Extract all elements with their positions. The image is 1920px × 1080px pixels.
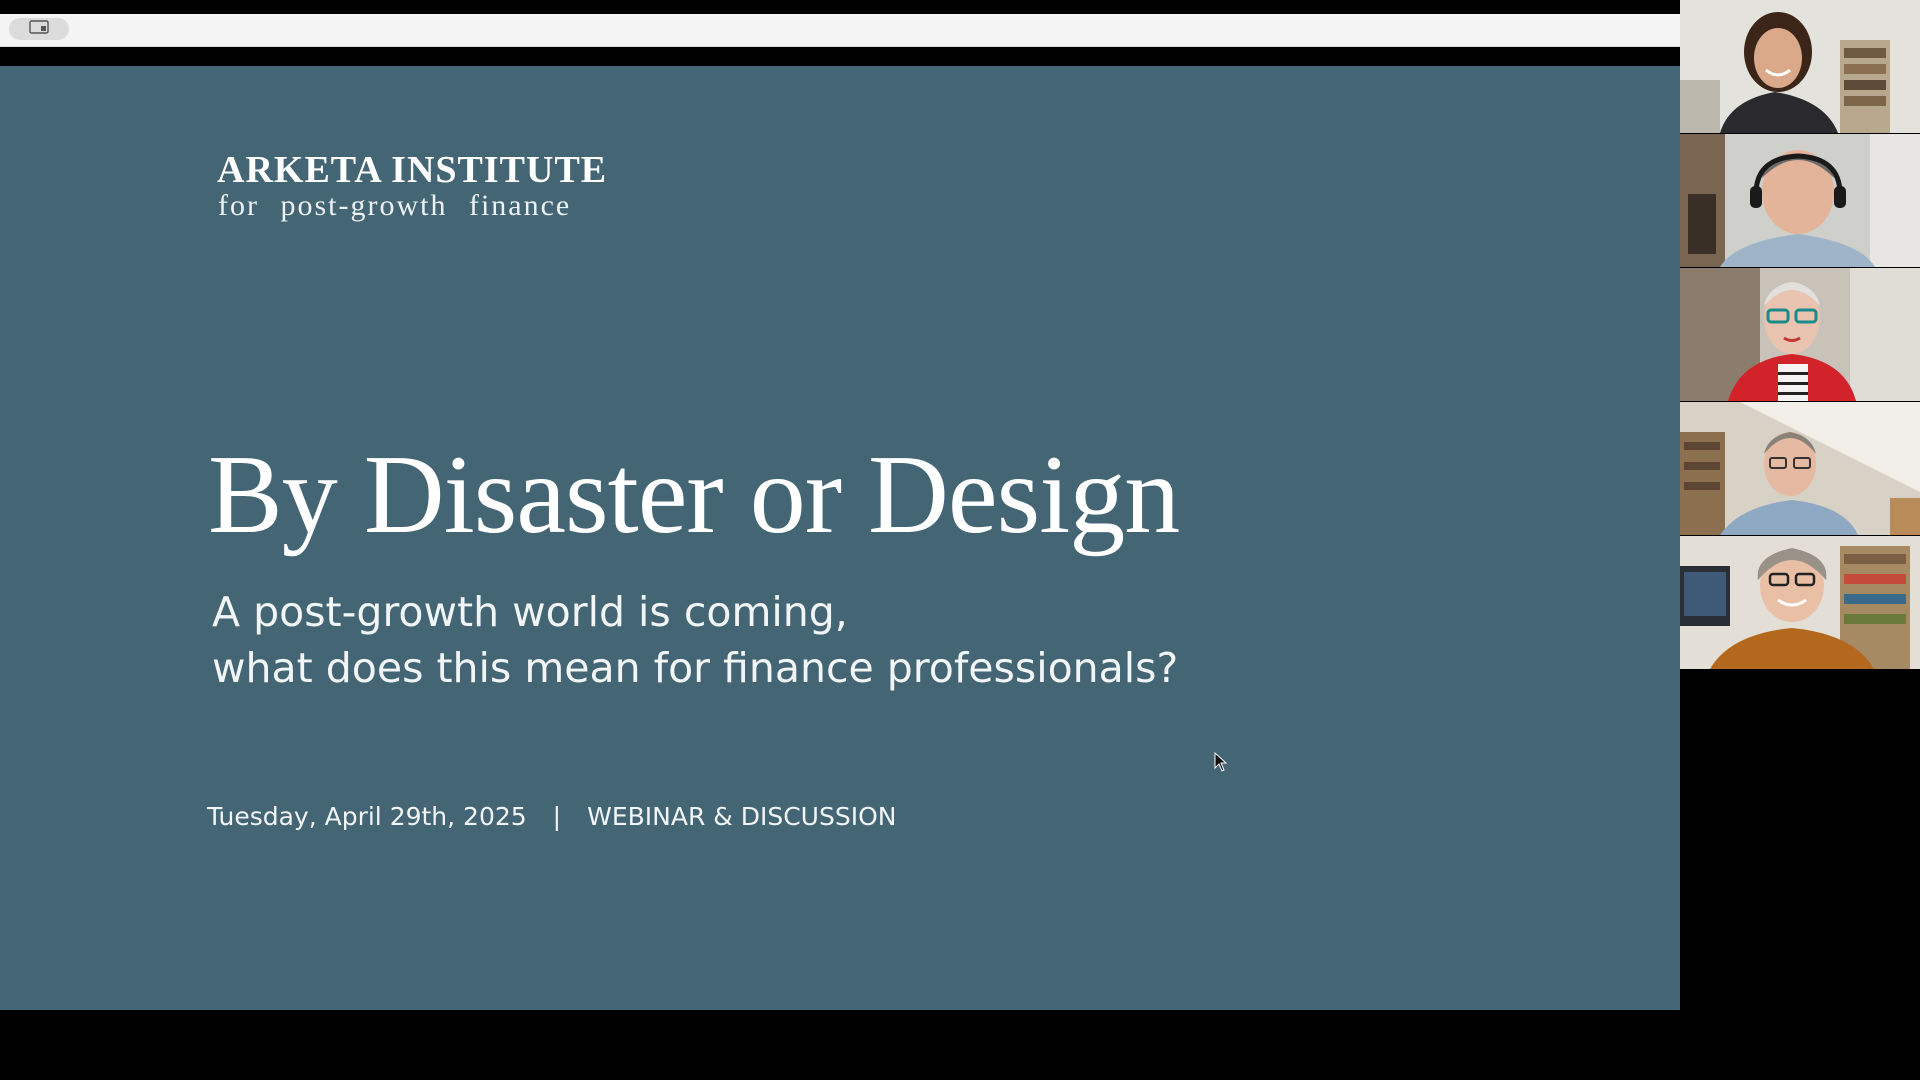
participant-video-frame [1680,268,1920,401]
subtitle-line-1: A post-growth world is coming, [212,588,848,636]
screen-share-toolbar [0,14,1680,47]
video-call-window: ARKETA INSTITUTE for post-growth finance… [0,0,1920,1080]
slide-title: By Disaster or Design [208,433,1180,557]
participant-gallery [1680,0,1920,670]
subtitle-line-2: what does this mean for finance professi… [212,644,1179,692]
participant-video-frame [1680,134,1920,267]
shared-slide: ARKETA INSTITUTE for post-growth finance… [0,66,1680,1010]
participant-video-tile[interactable] [1680,268,1920,401]
participant-video-frame [1680,0,1920,133]
org-tagline: for post-growth finance [218,189,572,222]
participant-video-tile[interactable] [1680,134,1920,267]
org-name: ARKETA INSTITUTE [217,149,608,191]
participant-video-tile[interactable] [1680,0,1920,133]
participant-video-frame [1680,402,1920,535]
bottom-letterbox [0,1010,1680,1080]
mouse-cursor-icon [1214,751,1228,772]
event-info: Tuesday, April 29th, 2025 | WEBINAR & DISC… [207,802,896,831]
participant-video-tile[interactable] [1680,536,1920,669]
event-type: WEBINAR & DISCUSSION [587,802,897,831]
participant-video-tile[interactable] [1680,402,1920,535]
event-date: Tuesday, April 29th, 2025 [207,802,527,831]
event-separator: | [552,802,562,831]
screen-share-view-icon [29,19,49,39]
participant-video-frame [1680,536,1920,669]
slide-subtitle: A post-growth world is coming, what does… [212,584,1178,696]
view-options-button[interactable] [9,18,69,40]
